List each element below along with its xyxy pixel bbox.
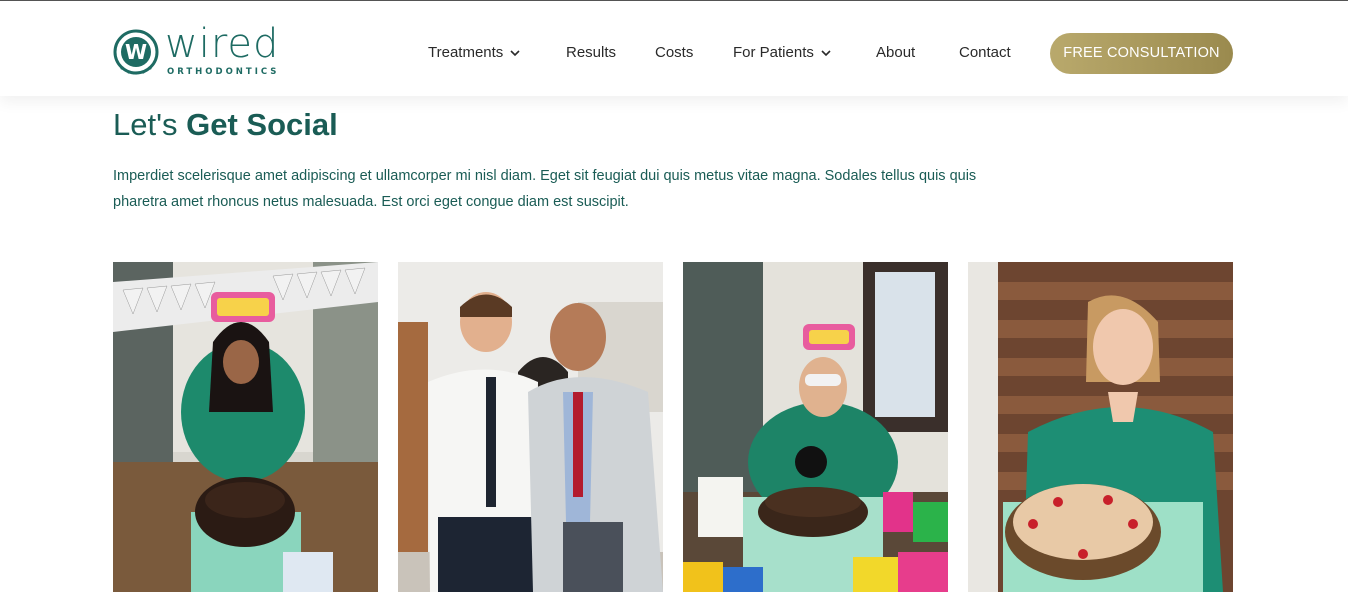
chevron-down-icon (821, 49, 831, 56)
gallery-photo-2[interactable] (398, 262, 663, 592)
nav-item-results[interactable]: Results (566, 44, 616, 61)
patient-with-orthodontist-photo (398, 262, 663, 592)
nav-item-label: For Patients (733, 44, 814, 61)
nav-item-label: Costs (655, 44, 694, 61)
section-title: Let's Get Social (113, 107, 338, 143)
nav-item-label: Results (566, 44, 617, 61)
nav-item-costs[interactable]: Costs (655, 44, 693, 61)
main-nav: Treatments Results Costs For Patients Ab… (0, 1, 1348, 96)
staff-birthday-party-photo (683, 262, 948, 592)
chevron-down-icon (510, 49, 520, 56)
free-consultation-button[interactable]: FREE CONSULTATION (1050, 33, 1233, 74)
nav-item-treatments[interactable]: Treatments (428, 44, 520, 61)
site-header: W wired ORTHODONTICS Treatments Results … (0, 1, 1348, 96)
nav-item-label: Treatments (428, 44, 504, 61)
nav-item-label: Contact (959, 44, 1011, 61)
gallery-photo-3[interactable] (683, 262, 948, 592)
nav-item-about[interactable]: About (876, 44, 915, 61)
nav-item-label: About (876, 44, 916, 61)
social-gallery (113, 262, 1233, 592)
nav-item-contact[interactable]: Contact (959, 44, 1011, 61)
nav-item-for-patients[interactable]: For Patients (733, 44, 831, 61)
gallery-photo-4[interactable] (968, 262, 1233, 592)
title-bold: Get Social (186, 107, 338, 142)
staff-with-birthday-cake-photo (968, 262, 1233, 592)
gallery-photo-1[interactable] (113, 262, 378, 592)
staff-birthday-cake-photo (113, 262, 378, 592)
title-prefix: Let's (113, 107, 187, 142)
section-intro: Imperdiet scelerisque amet adipiscing et… (113, 168, 977, 210)
